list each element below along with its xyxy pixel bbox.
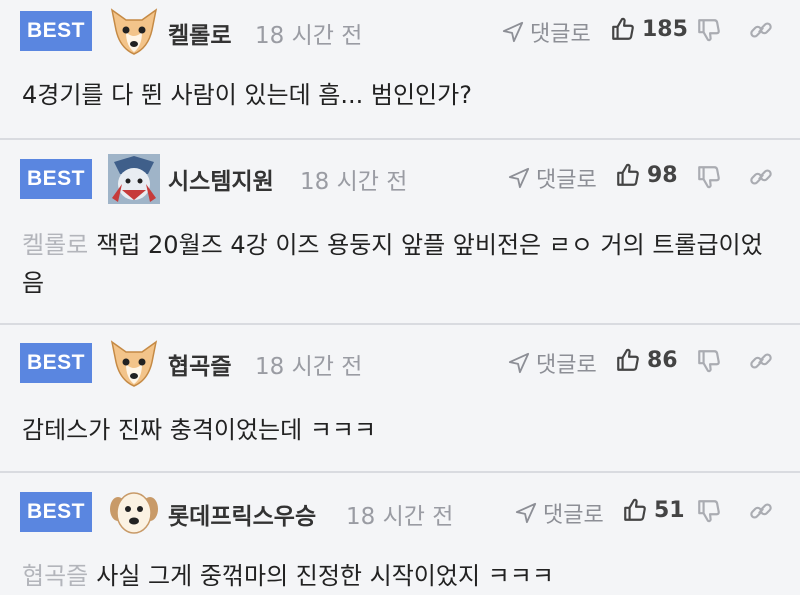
reply-label: 댓글로 [543,503,604,528]
link-icon[interactable] [748,348,774,374]
timestamp: 18 시간 전 [255,23,363,49]
comment-text: 켈롤로 잭럽 20월즈 4강 이즈 용둥지 앞플 앞비전은 ㄹㅇ 거의 트롤급이었… [22,226,770,302]
comment-item: BEST 롯데프릭스우승 18 시간 전 댓글로 51 협곡즐 사실 그게 중꺾마… [0,473,800,590]
reply-button[interactable]: 댓글로 [508,162,597,194]
send-arrow-icon [508,167,530,189]
best-badge: BEST [20,11,92,51]
timestamp: 18 시간 전 [255,354,363,380]
comment-meta: BEST 시스템지원 18 시간 전 댓글로 98 [0,140,800,200]
reply-label: 댓글로 [536,353,597,378]
fox-avatar-icon[interactable] [108,6,160,56]
reply-button[interactable]: 댓글로 [502,16,591,48]
comment-meta: BEST 협곡즐 18 시간 전 댓글로 86 [0,325,800,385]
author-name[interactable]: 롯데프릭스우승 [168,497,316,531]
comment-text: 협곡즐 사실 그게 중꺾마의 진정한 시작이었지 ㅋㅋㅋ [22,557,770,595]
best-badge: BEST [20,159,92,199]
comment-item: BEST 협곡즐 18 시간 전 댓글로 86 감테스가 진짜 충격이었는데 ㅋ… [0,325,800,473]
send-arrow-icon [515,502,537,524]
reply-label: 댓글로 [530,22,591,47]
comment-meta: BEST 켈롤로 18 시간 전 댓글로 185 [0,0,800,60]
like-button[interactable]: 51 [622,497,685,523]
thumbs-up-icon [610,16,636,42]
reply-button[interactable]: 댓글로 [508,347,597,379]
thumbs-down-icon[interactable] [696,164,722,190]
fox-avatar-icon[interactable] [108,338,160,388]
reply-mention[interactable]: 켈롤로 [22,231,88,259]
like-button[interactable]: 98 [615,162,678,188]
like-count: 98 [647,162,678,188]
link-icon[interactable] [748,17,774,43]
thumbs-up-icon [615,162,641,188]
timestamp: 18 시간 전 [300,169,408,195]
best-badge: BEST [20,492,92,532]
comment-body: 잭럽 20월즈 4강 이즈 용둥지 앞플 앞비전은 ㄹㅇ 거의 트롤급이었음 [22,231,763,297]
clown-avatar-icon[interactable] [108,154,160,204]
timestamp: 18 시간 전 [346,504,454,530]
comment-body: 4경기를 다 뛴 사람이 있는데 흠... 범인인가? [22,81,472,109]
thumbs-down-icon[interactable] [696,17,722,43]
reply-button[interactable]: 댓글로 [515,497,604,529]
thumbs-up-icon [615,347,641,373]
thumbs-down-icon[interactable] [696,498,722,524]
comment-item: BEST 켈롤로 18 시간 전 댓글로 185 4경기를 다 뛴 사람이 있는… [0,0,800,140]
author-name[interactable]: 시스템지원 [168,162,274,196]
author-name[interactable]: 협곡즐 [168,347,231,381]
comment-meta: BEST 롯데프릭스우승 18 시간 전 댓글로 51 [0,473,800,533]
best-badge: BEST [20,343,92,383]
comment-item: BEST 시스템지원 18 시간 전 댓글로 98 켈롤로 잭럽 20월즈 4강 … [0,140,800,325]
comment-text: 감테스가 진짜 충격이었는데 ㅋㅋㅋ [22,411,770,449]
reply-label: 댓글로 [536,168,597,193]
dog-avatar-icon[interactable] [108,487,160,537]
send-arrow-icon [502,21,524,43]
thumbs-down-icon[interactable] [696,348,722,374]
author-name[interactable]: 켈롤로 [168,16,231,50]
thumbs-up-icon [622,497,648,523]
like-count: 185 [642,16,688,42]
like-button[interactable]: 185 [610,16,688,42]
like-count: 86 [647,347,678,373]
like-button[interactable]: 86 [615,347,678,373]
link-icon[interactable] [748,498,774,524]
send-arrow-icon [508,352,530,374]
comment-text: 4경기를 다 뛴 사람이 있는데 흠... 범인인가? [22,76,770,114]
like-count: 51 [654,497,685,523]
comment-body: 사실 그게 중꺾마의 진정한 시작이었지 ㅋㅋㅋ [96,562,554,590]
link-icon[interactable] [748,164,774,190]
reply-mention[interactable]: 협곡즐 [22,562,88,590]
comment-body: 감테스가 진짜 충격이었는데 ㅋㅋㅋ [22,416,377,444]
